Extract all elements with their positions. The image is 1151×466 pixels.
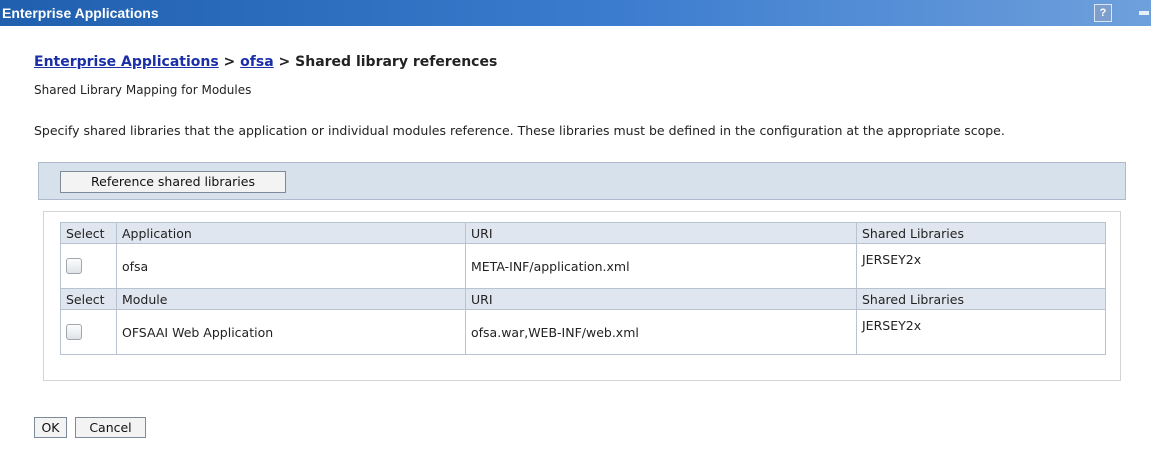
table-row: OFSAAI Web Application ofsa.war,WEB-INF/… <box>60 309 1106 355</box>
table-panel: Select Application URI Shared Libraries … <box>43 211 1121 381</box>
window-titlebar: Enterprise Applications ? <box>0 0 1151 26</box>
ok-button[interactable]: OK <box>34 417 67 438</box>
page-description: Specify shared libraries that the applic… <box>34 123 1005 138</box>
select-cell <box>60 243 117 289</box>
table-header-row: Select Module URI Shared Libraries <box>60 288 1106 310</box>
breadcrumb-separator: > <box>273 54 296 70</box>
column-header-select: Select <box>60 222 117 244</box>
breadcrumb-separator: > <box>218 54 241 70</box>
column-header-select: Select <box>60 288 117 310</box>
breadcrumb-link-ofsa[interactable]: ofsa <box>240 54 274 70</box>
uri-cell: ofsa.war,WEB-INF/web.xml <box>465 309 857 355</box>
uri-cell: META-INF/application.xml <box>465 243 857 289</box>
breadcrumb-current: Shared library references <box>295 54 498 70</box>
column-header-shared-libraries: Shared Libraries <box>856 222 1106 244</box>
shared-library-table: Select Application URI Shared Libraries … <box>60 222 1106 355</box>
select-checkbox-ofsaai-web-application[interactable] <box>66 324 82 341</box>
module-name-cell: OFSAAI Web Application <box>116 309 466 355</box>
reference-shared-libraries-button[interactable]: Reference shared libraries <box>60 171 286 193</box>
column-header-uri: URI <box>465 288 857 310</box>
help-icon[interactable]: ? <box>1094 4 1112 22</box>
select-checkbox-ofsa[interactable] <box>66 258 82 275</box>
shared-libraries-cell: JERSEY2x <box>856 243 1106 289</box>
table-header-row: Select Application URI Shared Libraries <box>60 222 1106 244</box>
breadcrumb-link-enterprise-applications[interactable]: Enterprise Applications <box>34 54 219 70</box>
application-name-cell: ofsa <box>116 243 466 289</box>
page-subtitle: Shared Library Mapping for Modules <box>34 83 252 97</box>
select-cell <box>60 309 117 355</box>
column-header-module: Module <box>116 288 466 310</box>
column-header-shared-libraries: Shared Libraries <box>856 288 1106 310</box>
minimize-icon[interactable] <box>1139 11 1149 15</box>
shared-libraries-cell: JERSEY2x <box>856 309 1106 355</box>
table-row: ofsa META-INF/application.xml JERSEY2x <box>60 243 1106 289</box>
cancel-button[interactable]: Cancel <box>75 417 146 438</box>
column-header-uri: URI <box>465 222 857 244</box>
column-header-application: Application <box>116 222 466 244</box>
breadcrumb: Enterprise Applications > ofsa > Shared … <box>34 54 497 70</box>
window-title: Enterprise Applications <box>2 5 159 21</box>
table-toolbar: Reference shared libraries <box>38 162 1126 200</box>
